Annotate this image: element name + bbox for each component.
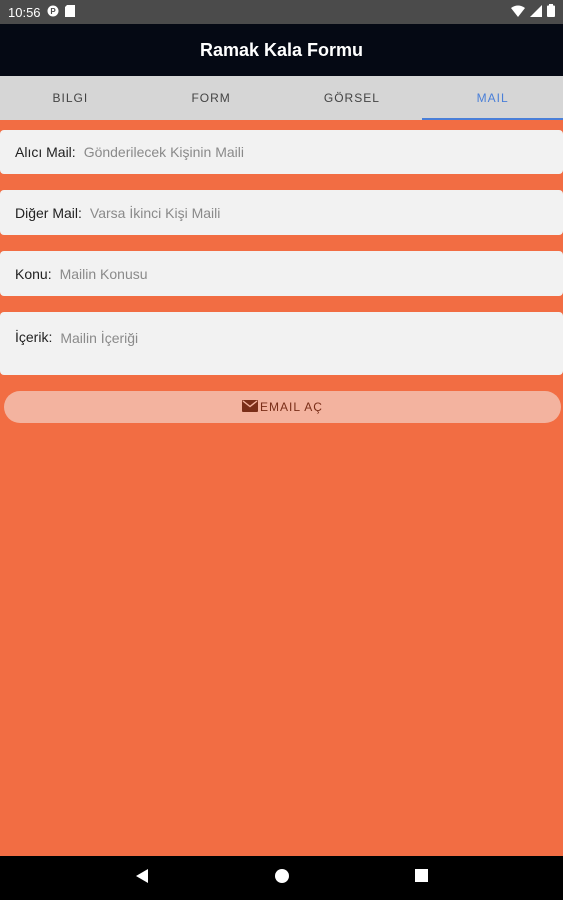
home-button[interactable] <box>262 858 302 898</box>
back-button[interactable] <box>122 858 162 898</box>
content-input[interactable] <box>60 329 548 369</box>
app-bar: Ramak Kala Formu <box>0 24 563 76</box>
recipient-mail-label: Alıcı Mail: <box>15 144 76 160</box>
recents-button[interactable] <box>402 858 442 898</box>
other-mail-input[interactable] <box>89 204 548 221</box>
sd-card-icon <box>64 4 75 20</box>
recipient-mail-field[interactable]: Alıcı Mail: <box>0 130 563 174</box>
back-icon <box>135 868 149 889</box>
battery-icon <box>547 4 555 20</box>
other-mail-label: Diğer Mail: <box>15 204 82 221</box>
home-icon <box>274 868 289 888</box>
status-time: 10:56 <box>8 4 41 20</box>
svg-text:P: P <box>50 7 56 16</box>
tab-bar: BILGI FORM GÖRSEL MAIL <box>0 76 563 120</box>
subject-field[interactable]: Konu: <box>0 251 563 296</box>
tab-form[interactable]: FORM <box>141 76 282 120</box>
email-open-button[interactable]: EMAIL AÇ <box>4 391 561 423</box>
system-nav-bar <box>0 856 563 900</box>
notification-icon: P <box>47 5 59 20</box>
tab-mail[interactable]: MAIL <box>422 76 563 120</box>
recents-icon <box>415 869 428 887</box>
email-open-label: EMAIL AÇ <box>260 400 323 414</box>
wifi-icon <box>511 5 525 20</box>
content-field[interactable]: İçerik: <box>0 312 563 375</box>
subject-input[interactable] <box>59 265 548 282</box>
status-bar: 10:56 P <box>0 0 563 24</box>
page-title: Ramak Kala Formu <box>199 39 364 60</box>
other-mail-field[interactable]: Diğer Mail: <box>0 190 563 235</box>
subject-label: Konu: <box>15 265 52 282</box>
content-label: İçerik: <box>15 329 53 345</box>
recipient-mail-input[interactable] <box>83 144 548 160</box>
tab-bilgi[interactable]: BILGI <box>0 76 141 120</box>
signal-icon <box>530 4 542 20</box>
tab-gorsel[interactable]: GÖRSEL <box>282 76 423 120</box>
mail-icon <box>242 399 259 415</box>
